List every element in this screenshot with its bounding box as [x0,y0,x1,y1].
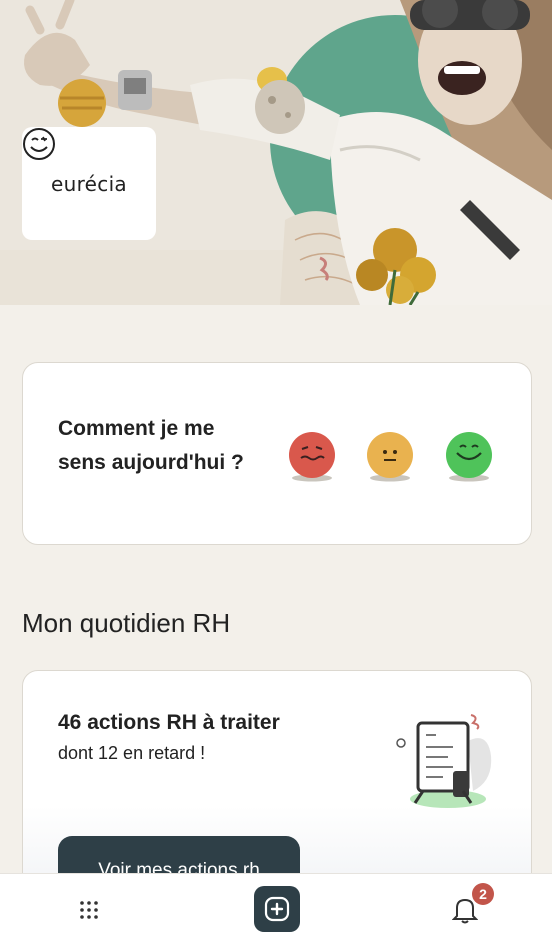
bad-mood-button[interactable] [287,431,335,482]
hr-actions-subtitle: dont 12 en retard ! [58,743,206,763]
brand-logo-card: eurécia [22,127,156,240]
good-mood-button[interactable] [444,431,492,482]
bottom-navigation [0,873,552,940]
hero-banner: eurécia [0,0,552,305]
happy-face-icon [446,432,492,482]
hr-actions-title: 46 actions RH à traiter [58,711,280,734]
sad-face-icon [289,432,335,482]
neutral-mood-button[interactable] [365,431,413,482]
task-board-illustration [396,714,492,808]
section-title: Mon quotidien RH [22,608,231,638]
neutral-face-icon [367,432,413,482]
brand-logo-text: eurécia [51,171,127,196]
apps-grid-icon[interactable] [78,899,100,921]
add-button[interactable] [254,886,300,932]
mood-question: Comment je me sens aujourd'hui ? [58,417,244,474]
smiley-logo-icon [23,128,55,160]
plus-icon [264,896,290,922]
mood-card: Comment je me sens aujourd'hui ? [22,362,532,545]
notification-badge: 2 [472,883,494,905]
